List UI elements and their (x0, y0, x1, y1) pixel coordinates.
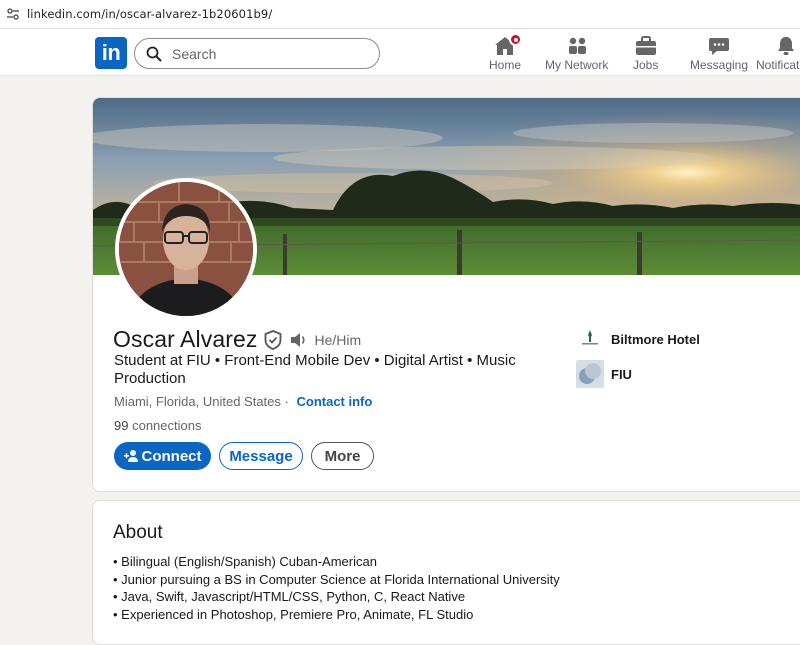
nav-notifications[interactable]: Notifications (756, 35, 800, 73)
nav-jobs[interactable]: Jobs (633, 35, 658, 73)
nav-home[interactable]: Home (489, 33, 522, 73)
linkedin-logo[interactable]: in (95, 37, 127, 69)
connect-button-label: Connect (141, 447, 202, 465)
about-item: • Junior pursuing a BS in Computer Scien… (113, 571, 560, 587)
connect-button[interactable]: Connect (114, 442, 211, 470)
education-org-fiu[interactable]: FIU (576, 360, 632, 388)
nav-my-network[interactable]: My Network (545, 35, 608, 73)
pronouns: He/Him (314, 331, 362, 348)
about-title: About (113, 522, 163, 543)
search-input[interactable] (172, 45, 362, 62)
notification-badge (509, 33, 522, 46)
experience-org-biltmore[interactable]: Biltmore Hotel (576, 325, 700, 353)
briefcase-icon (634, 35, 658, 57)
name-pronunciation-speaker-icon[interactable] (290, 332, 308, 348)
bell-icon (774, 35, 798, 57)
org-name-biltmore: Biltmore Hotel (611, 331, 700, 347)
location-text: Miami, Florida, United States (114, 394, 281, 409)
connections-label: connections (132, 418, 202, 433)
top-navigation-bar: in Home My Network (0, 29, 800, 76)
home-icon (493, 33, 522, 57)
site-settings-icon[interactable] (6, 7, 20, 21)
biltmore-hotel-logo (576, 325, 604, 353)
about-list: • Bilingual (English/Spanish) Cuban-Amer… (113, 553, 560, 624)
location-row: Miami, Florida, United States · Contact … (114, 394, 372, 409)
profile-name-row: Oscar Alvarez He/Him (113, 326, 361, 353)
about-item: • Experienced in Photoshop, Premiere Pro… (113, 607, 474, 623)
nav-my-network-label: My Network (545, 58, 609, 72)
browser-address-bar[interactable]: linkedin.com/in/oscar-alvarez-1b20601b9/ (0, 0, 800, 29)
nav-messaging-label: Messaging (690, 58, 749, 72)
profile-headline: Student at FIU • Front-End Mobile Dev • … (114, 352, 516, 387)
about-section: About • Bilingual (English/Spanish) Cuba… (92, 500, 800, 645)
messaging-icon (707, 35, 731, 57)
connections-count[interactable]: 99 connections (114, 418, 201, 433)
nav-jobs-label: Jobs (633, 58, 659, 72)
nav-messaging[interactable]: Messaging (690, 35, 748, 73)
fiu-logo (576, 360, 604, 388)
search-box[interactable] (134, 38, 380, 69)
add-person-icon (123, 449, 138, 463)
verified-shield-icon[interactable] (264, 329, 282, 350)
about-item: • Java, Swift, Javascript/HTML/CSS, Pyth… (113, 589, 466, 605)
profile-photo[interactable] (115, 178, 257, 320)
url-text[interactable]: linkedin.com/in/oscar-alvarez-1b20601b9/ (27, 7, 272, 21)
org-name-fiu: FIU (611, 366, 632, 382)
connections-number: 99 (114, 418, 129, 433)
message-button[interactable]: Message (219, 442, 303, 470)
nav-notifications-label: Notifications (756, 58, 800, 72)
profile-action-buttons: Connect Message More (114, 442, 374, 470)
profile-card: Oscar Alvarez He/Him Student at FIU • Fr… (92, 97, 800, 492)
contact-info-link[interactable]: Contact info (297, 394, 373, 409)
location-separator: · (284, 394, 289, 409)
search-icon (146, 46, 162, 62)
network-icon (565, 35, 589, 57)
about-item: • Bilingual (English/Spanish) Cuban-Amer… (113, 554, 377, 569)
nav-home-label: Home (489, 58, 522, 72)
more-button[interactable]: More (311, 442, 374, 470)
profile-name: Oscar Alvarez (113, 326, 258, 352)
